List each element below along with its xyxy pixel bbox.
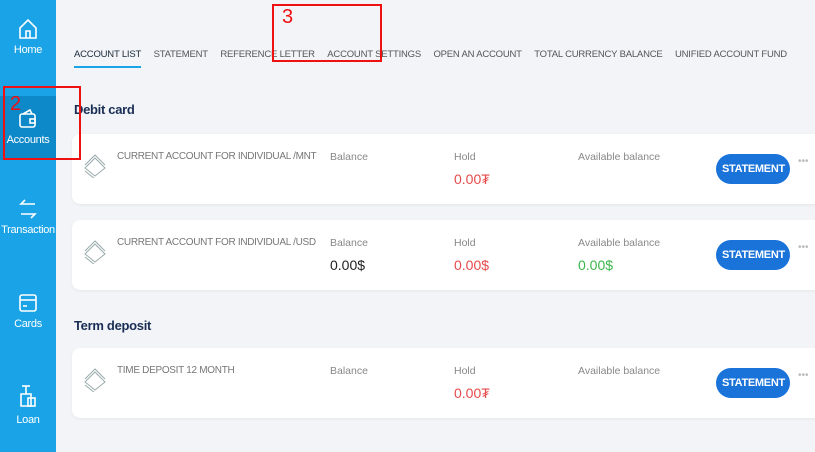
more-options-icon[interactable]: ••• [798,370,809,381]
balance-label: Balance [330,365,368,377]
account-card: TIME DEPOSIT 12 MONTH Balance Hold 0.00₮… [72,348,815,418]
more-options-icon[interactable]: ••• [798,156,809,167]
statement-button[interactable]: STATEMENT [716,240,790,270]
sidebar-item-label: Loan [16,414,40,426]
account-card: CURRENT ACCOUNT FOR INDIVIDUAL /USD Bala… [72,220,815,290]
hold-label: Hold [454,151,476,163]
available-balance-label: Available balance [578,237,661,249]
hold-label: Hold [454,365,476,377]
statement-button[interactable]: STATEMENT [716,154,790,184]
tab-open-an-account[interactable]: OPEN AN ACCOUNT [433,49,522,66]
sidebar-item-home[interactable]: Home [0,18,56,56]
balance-label: Balance [330,237,368,249]
card-icon [19,294,37,312]
loan-icon [20,385,36,407]
account-icon [84,240,106,264]
account-name: CURRENT ACCOUNT FOR INDIVIDUAL /MNT [117,151,317,162]
hold-value: 0.00₮ [454,385,490,401]
account-name: TIME DEPOSIT 12 MONTH [117,365,235,376]
available-balance-value: 0.00$ [578,257,614,273]
available-balance-label: Available balance [578,365,661,377]
transfer-icon [19,199,37,219]
annotation-number: 2 [10,93,22,115]
sidebar-item-label: Home [13,44,43,56]
balance-label: Balance [330,151,368,163]
statement-button[interactable]: STATEMENT [716,368,790,398]
sidebar: Home Accounts Transaction Cards Loan [0,0,56,452]
account-icon [84,154,106,178]
account-icon [84,368,106,392]
tab-statement[interactable]: STATEMENT [154,49,209,66]
hold-value: 0.00₮ [454,171,490,187]
tab-unified-account-fund[interactable]: UNIFIED ACCOUNT FUND [675,49,787,66]
sidebar-item-cards[interactable]: Cards [0,292,56,330]
tab-bar: ACCOUNT LIST STATEMENT REFERENCE LETTER … [74,44,795,68]
sidebar-item-label: Transaction [1,224,55,236]
hold-label: Hold [454,237,476,249]
available-balance-label: Available balance [578,151,661,163]
tab-total-currency-balance[interactable]: TOTAL CURRENCY BALANCE [534,49,662,66]
home-icon [19,18,37,39]
sidebar-item-transaction[interactable]: Transaction [0,198,56,236]
sidebar-item-loan[interactable]: Loan [0,384,56,426]
tab-account-list[interactable]: ACCOUNT LIST [74,49,141,68]
sidebar-item-label: Cards [14,318,42,330]
account-card: CURRENT ACCOUNT FOR INDIVIDUAL /MNT Bala… [72,134,815,204]
hold-value: 0.00$ [454,257,490,273]
section-title-debit-card: Debit card [74,102,135,117]
section-title-term-deposit: Term deposit [74,318,152,333]
balance-value: 0.00$ [330,257,366,273]
account-name: CURRENT ACCOUNT FOR INDIVIDUAL /USD [117,237,316,248]
more-options-icon[interactable]: ••• [798,242,809,253]
annotation-number: 3 [282,6,294,28]
